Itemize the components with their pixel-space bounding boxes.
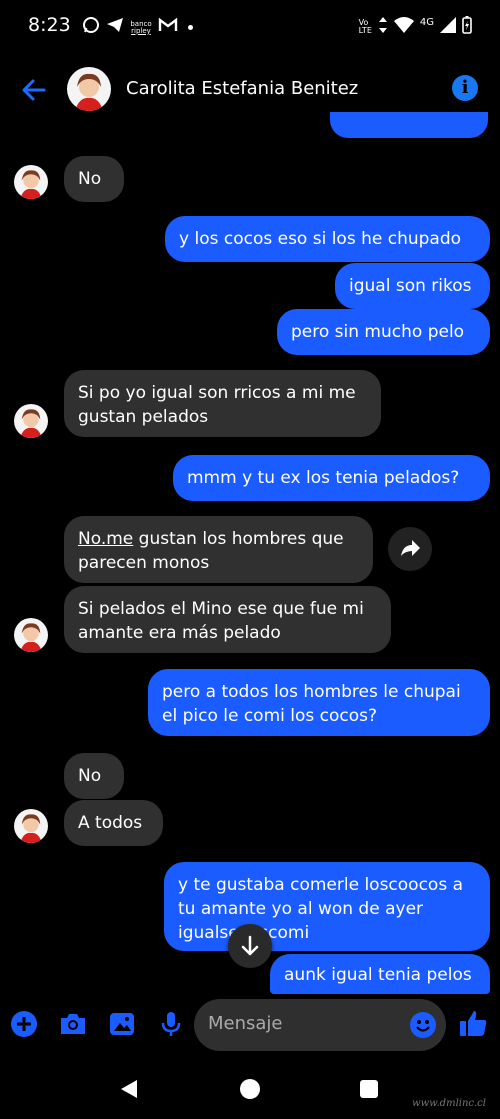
emoji-icon[interactable] xyxy=(410,1012,436,1038)
incoming-message[interactable]: No xyxy=(64,753,124,799)
incoming-message[interactable]: No.me gustan los hombres que parecen mon… xyxy=(64,516,373,583)
scroll-to-bottom-button[interactable] xyxy=(228,924,272,968)
avatar[interactable] xyxy=(14,165,48,199)
composer-bar: Mensaje xyxy=(0,996,500,1056)
outgoing-message[interactable]: pero a todos los hombres le chupai el pi… xyxy=(148,669,490,736)
camera-icon[interactable] xyxy=(59,1010,87,1038)
like-icon[interactable] xyxy=(458,1008,487,1036)
plus-icon[interactable] xyxy=(10,1010,38,1038)
bank-app-icon: banco ripley xyxy=(130,19,152,35)
previous-message-fragment xyxy=(330,112,488,138)
outgoing-message[interactable]: mmm y tu ex los tenia pelados? xyxy=(173,455,490,501)
incoming-message[interactable]: Si po yo igual son rricos a mi me gustan… xyxy=(64,370,381,437)
incoming-message[interactable]: Si pelados el Mino ese que fue mi amante… xyxy=(64,586,391,653)
nav-back-icon[interactable] xyxy=(118,1078,140,1104)
back-arrow-icon[interactable] xyxy=(18,74,50,106)
conversation-header: Carolita Estefania Benitez i xyxy=(0,60,500,120)
contact-avatar[interactable] xyxy=(67,67,111,111)
microphone-icon[interactable] xyxy=(157,1010,185,1038)
signal-icon xyxy=(440,17,456,36)
whatsapp-icon xyxy=(82,16,100,39)
outgoing-message[interactable]: y los cocos eso si los he chupado xyxy=(165,216,490,262)
system-nav-bar xyxy=(0,1060,500,1119)
battery-icon xyxy=(462,16,472,37)
outgoing-message[interactable]: aunk igual tenia pelos xyxy=(270,954,490,994)
gallery-icon[interactable] xyxy=(108,1010,136,1038)
data-arrows-icon xyxy=(378,17,388,36)
avatar[interactable] xyxy=(14,618,48,652)
share-button[interactable] xyxy=(388,527,432,571)
outgoing-message[interactable]: igual son rikos xyxy=(335,263,490,309)
message-input[interactable]: Mensaje xyxy=(194,999,446,1051)
info-icon[interactable]: i xyxy=(452,75,478,101)
incoming-message[interactable]: A todos xyxy=(64,800,163,846)
contact-name[interactable]: Carolita Estefania Benitez xyxy=(126,78,358,99)
volte-indicator: Vo LTE xyxy=(358,17,372,35)
telegram-icon xyxy=(106,16,124,39)
avatar[interactable] xyxy=(14,404,48,438)
avatar[interactable] xyxy=(14,809,48,843)
status-time: 8:23 xyxy=(28,14,71,36)
incoming-message[interactable]: No xyxy=(64,156,124,202)
outgoing-message[interactable]: y te gustaba comerle loscoocos a tu aman… xyxy=(164,862,490,951)
nav-home-icon[interactable] xyxy=(240,1079,260,1099)
watermark: www.dmlinc.cl xyxy=(412,1098,486,1109)
more-notifications-dot xyxy=(188,25,193,30)
gmail-icon xyxy=(158,17,178,38)
status-bar: 8:23 banco ripley Vo LTE 4G xyxy=(0,0,500,52)
message-link[interactable]: No.me xyxy=(78,529,133,549)
outgoing-message[interactable]: pero sin mucho pelo xyxy=(277,309,490,355)
nav-recents-icon[interactable] xyxy=(360,1080,378,1098)
message-placeholder: Mensaje xyxy=(208,1013,283,1034)
wifi-icon xyxy=(393,17,414,36)
network-type: 4G xyxy=(419,17,434,28)
